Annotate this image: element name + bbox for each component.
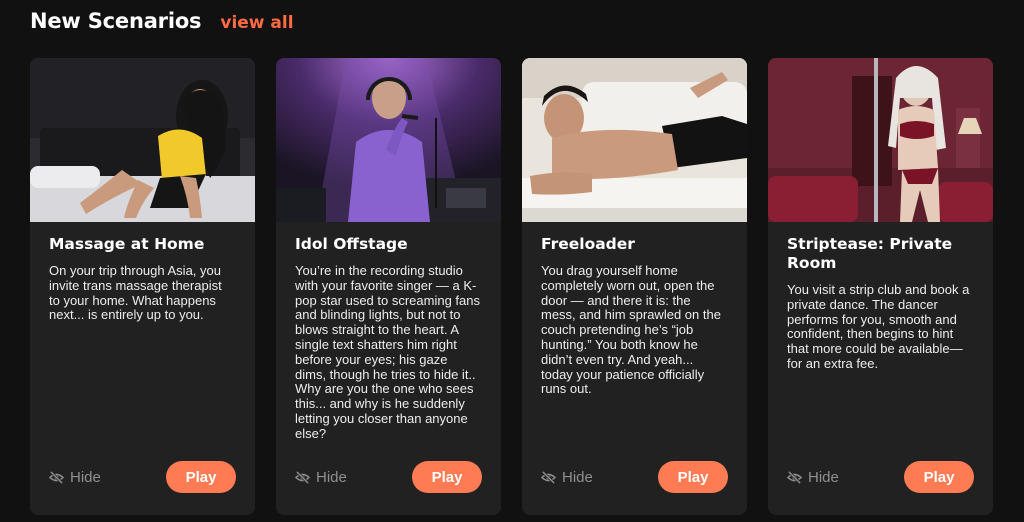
scenario-image[interactable] — [768, 58, 993, 222]
photo-woman-yellow-top-bed — [30, 58, 255, 222]
section-header: New Scenarios view all — [30, 9, 294, 41]
scenario-image[interactable] — [522, 58, 747, 222]
hide-button[interactable]: Hide — [787, 469, 839, 486]
photo-singer-purple-studio — [276, 58, 501, 222]
eye-off-icon — [295, 470, 310, 484]
card-title: Massage at Home — [49, 235, 205, 253]
card-description: You visit a strip club and book a privat… — [787, 282, 970, 371]
scenario-card[interactable]: Idol Offstage You’re in the recording st… — [276, 58, 501, 515]
play-button[interactable]: Play — [904, 461, 974, 493]
scenario-image[interactable] — [276, 58, 501, 222]
card-footer: Hide Play — [541, 461, 728, 493]
hide-button[interactable]: Hide — [541, 469, 593, 486]
card-description: On your trip through Asia, you invite tr… — [49, 263, 222, 323]
hide-button[interactable]: Hide — [49, 469, 101, 486]
card-description: You drag yourself home completely worn o… — [541, 263, 721, 397]
view-all-link[interactable]: view all — [220, 13, 293, 33]
hide-button[interactable]: Hide — [295, 469, 347, 486]
section-title: New Scenarios — [30, 9, 202, 33]
card-description: You’re in the recording studio with your… — [295, 263, 480, 441]
hide-label: Hide — [808, 468, 839, 486]
scenario-card[interactable]: Striptease: Private Room You visit a str… — [768, 58, 993, 515]
photo-dancer-red-room — [768, 58, 993, 222]
card-title: Freeloader — [541, 235, 635, 253]
scenario-card[interactable]: Freeloader You drag yourself home comple… — [522, 58, 747, 515]
play-button[interactable]: Play — [658, 461, 728, 493]
card-footer: Hide Play — [295, 461, 482, 493]
hide-label: Hide — [562, 468, 593, 486]
scenario-cards: Massage at Home On your trip through Asi… — [30, 58, 993, 515]
scenario-image[interactable] — [30, 58, 255, 222]
card-footer: Hide Play — [787, 461, 974, 493]
card-footer: Hide Play — [49, 461, 236, 493]
card-title: Striptease: Private Room — [787, 235, 953, 272]
hide-label: Hide — [70, 468, 101, 486]
eye-off-icon — [541, 470, 556, 484]
play-button[interactable]: Play — [412, 461, 482, 493]
photo-man-lying-couch — [522, 58, 747, 222]
eye-off-icon — [787, 470, 802, 484]
play-button[interactable]: Play — [166, 461, 236, 493]
hide-label: Hide — [316, 468, 347, 486]
scenario-card[interactable]: Massage at Home On your trip through Asi… — [30, 58, 255, 515]
card-title: Idol Offstage — [295, 235, 408, 253]
eye-off-icon — [49, 470, 64, 484]
